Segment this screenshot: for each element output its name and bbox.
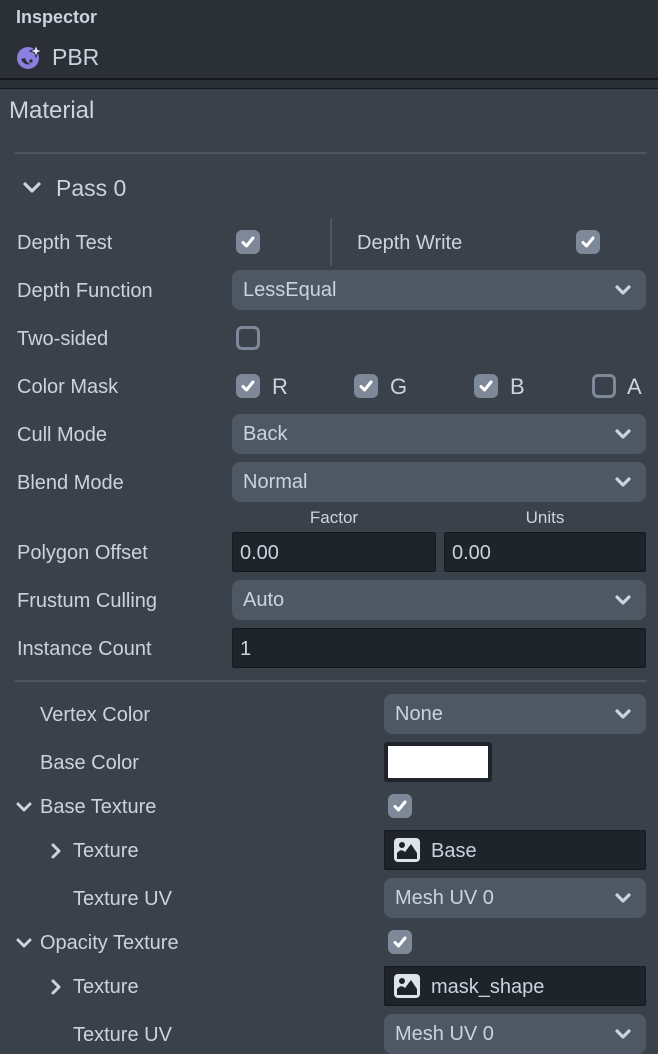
chevron-down-icon	[615, 709, 631, 719]
base-texture-uv-value: Mesh UV 0	[395, 887, 494, 909]
chevron-down-icon	[615, 595, 631, 605]
units-label: Units	[525, 508, 565, 527]
asset-name-row: PBR	[16, 42, 99, 72]
chevron-down-icon	[615, 429, 631, 439]
vertex-color-label: Vertex Color	[40, 704, 151, 726]
depth-write-label: Depth Write	[357, 232, 463, 254]
base-texture-label: Base Texture	[40, 796, 157, 818]
frustum-culling-value: Auto	[243, 589, 285, 611]
checkmark-icon	[393, 936, 407, 948]
base-color-swatch[interactable]	[384, 742, 492, 782]
pbr-material-icon	[17, 44, 42, 69]
color-mask-g-checkbox[interactable]	[354, 374, 378, 398]
image-icon	[394, 974, 420, 998]
asset-name: PBR	[52, 43, 100, 70]
vertex-color-value: None	[395, 703, 443, 725]
image-icon	[394, 838, 420, 862]
base-texture-asset-name: Base	[431, 840, 477, 862]
chevron-right-icon[interactable]	[48, 843, 64, 859]
chevron-down-icon	[615, 1029, 631, 1039]
polygon-offset-units-input[interactable]: 0.00	[444, 532, 646, 572]
factor-label: Factor	[309, 508, 359, 527]
opacity-texture-checkbox[interactable]	[388, 930, 412, 954]
vertex-color-select[interactable]: None	[384, 694, 646, 734]
color-mask-a-label: A	[627, 374, 642, 399]
header-divider-lower	[0, 88, 658, 89]
checkmark-icon	[393, 800, 407, 812]
depth-test-checkbox[interactable]	[236, 230, 260, 254]
chevron-down-icon[interactable]	[16, 935, 32, 951]
section-divider	[15, 152, 647, 154]
two-sided-checkbox[interactable]	[236, 326, 260, 350]
chevron-down-icon	[615, 893, 631, 903]
color-mask-b-checkbox[interactable]	[474, 374, 498, 398]
pass-label: Pass 0	[56, 174, 127, 201]
polygon-offset-factor-input[interactable]: 0.00	[232, 532, 436, 572]
opacity-texture-uv-select[interactable]: Mesh UV 0	[384, 1014, 646, 1054]
polygon-offset-label: Polygon Offset	[17, 542, 148, 564]
base-texture-asset-field[interactable]: Base	[384, 830, 646, 870]
frustum-culling-label: Frustum Culling	[17, 590, 158, 612]
chevron-down-icon	[615, 477, 631, 487]
depth-function-label: Depth Function	[17, 280, 153, 302]
depth-write-checkbox[interactable]	[576, 230, 600, 254]
pass-0-toggle[interactable]: Pass 0	[22, 172, 126, 204]
base-texture-checkbox[interactable]	[388, 794, 412, 818]
opacity-texture-texture-label: Texture	[73, 976, 139, 998]
cull-mode-value: Back	[243, 423, 288, 445]
chevron-right-icon[interactable]	[48, 979, 64, 995]
base-texture-uv-select[interactable]: Mesh UV 0	[384, 878, 646, 918]
color-mask-b-label: B	[510, 374, 525, 399]
instance-count-label: Instance Count	[17, 638, 152, 660]
depth-function-value: LessEqual	[243, 279, 337, 301]
instance-count-input[interactable]: 1	[232, 628, 646, 668]
color-mask-label: Color Mask	[17, 376, 119, 398]
two-sided-label: Two-sided	[17, 328, 109, 350]
color-mask-r-checkbox[interactable]	[236, 374, 260, 398]
inspector-title: Inspector	[16, 7, 98, 27]
properties-divider	[15, 680, 647, 682]
chevron-down-icon	[23, 182, 41, 193]
cull-mode-select[interactable]: Back	[232, 414, 646, 454]
base-texture-uv-label: Texture UV	[73, 888, 172, 910]
checkmark-icon	[241, 380, 255, 392]
checkmark-icon	[359, 380, 373, 392]
header-gap	[0, 80, 658, 88]
opacity-texture-uv-value: Mesh UV 0	[395, 1023, 494, 1045]
units-value: 0.00	[452, 542, 491, 564]
checkmark-icon	[241, 236, 255, 248]
opacity-texture-asset-name: mask_shape	[431, 976, 545, 998]
frustum-culling-select[interactable]: Auto	[232, 580, 646, 620]
checkmark-icon	[479, 380, 493, 392]
inspector-header: Inspector PBR	[0, 0, 658, 78]
color-mask-g-label: G	[390, 374, 408, 399]
base-texture-texture-label: Texture	[73, 840, 139, 862]
chevron-down-icon	[615, 285, 631, 295]
checkmark-icon	[581, 236, 595, 248]
base-color-label: Base Color	[40, 752, 139, 774]
blend-mode-label: Blend Mode	[17, 472, 124, 494]
instance-count-value: 1	[240, 638, 252, 660]
opacity-texture-label: Opacity Texture	[40, 932, 179, 954]
opacity-texture-uv-label: Texture UV	[73, 1024, 172, 1046]
blend-mode-select[interactable]: Normal	[232, 462, 646, 502]
section-title-material: Material	[9, 97, 95, 124]
depth-function-select[interactable]: LessEqual	[232, 270, 646, 310]
cull-mode-label: Cull Mode	[17, 424, 108, 446]
opacity-texture-asset-field[interactable]: mask_shape	[384, 966, 646, 1006]
chevron-down-icon[interactable]	[16, 799, 32, 815]
color-mask-r-label: R	[272, 374, 288, 399]
base-color-fill	[388, 746, 488, 778]
column-separator	[330, 218, 332, 266]
factor-value: 0.00	[240, 542, 279, 564]
blend-mode-value: Normal	[243, 471, 308, 493]
color-mask-a-checkbox[interactable]	[592, 374, 616, 398]
depth-test-label: Depth Test	[17, 232, 113, 254]
